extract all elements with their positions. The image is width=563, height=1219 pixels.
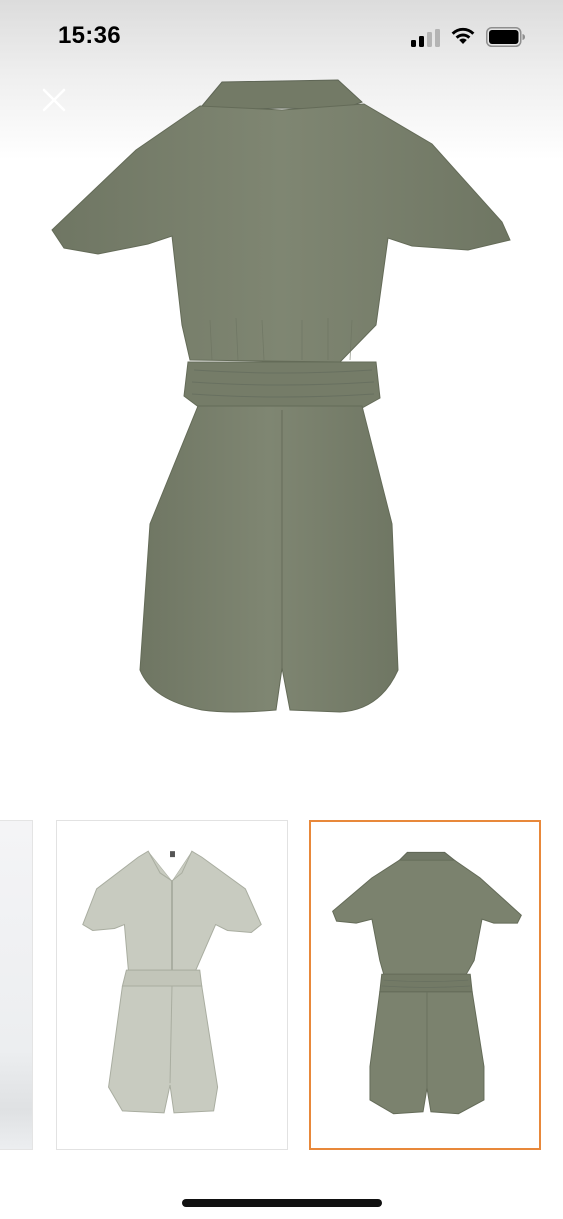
thumbnail-back-view[interactable]: [309, 820, 541, 1150]
home-indicator[interactable]: [182, 1199, 382, 1207]
thumbnail-partial-previous[interactable]: [0, 820, 33, 1150]
main-product-image[interactable]: [40, 70, 523, 730]
front-view-image: [82, 847, 262, 1114]
status-time: 15:36: [58, 22, 121, 49]
back-view-image: [332, 851, 522, 1115]
wifi-icon: [451, 27, 475, 44]
thumbnail-strip: [0, 816, 563, 1152]
thumbnail-front-view[interactable]: [56, 820, 288, 1150]
cellular-signal-icon: [411, 29, 440, 47]
status-bar: 15:36: [0, 0, 563, 76]
battery-icon: [486, 27, 525, 47]
